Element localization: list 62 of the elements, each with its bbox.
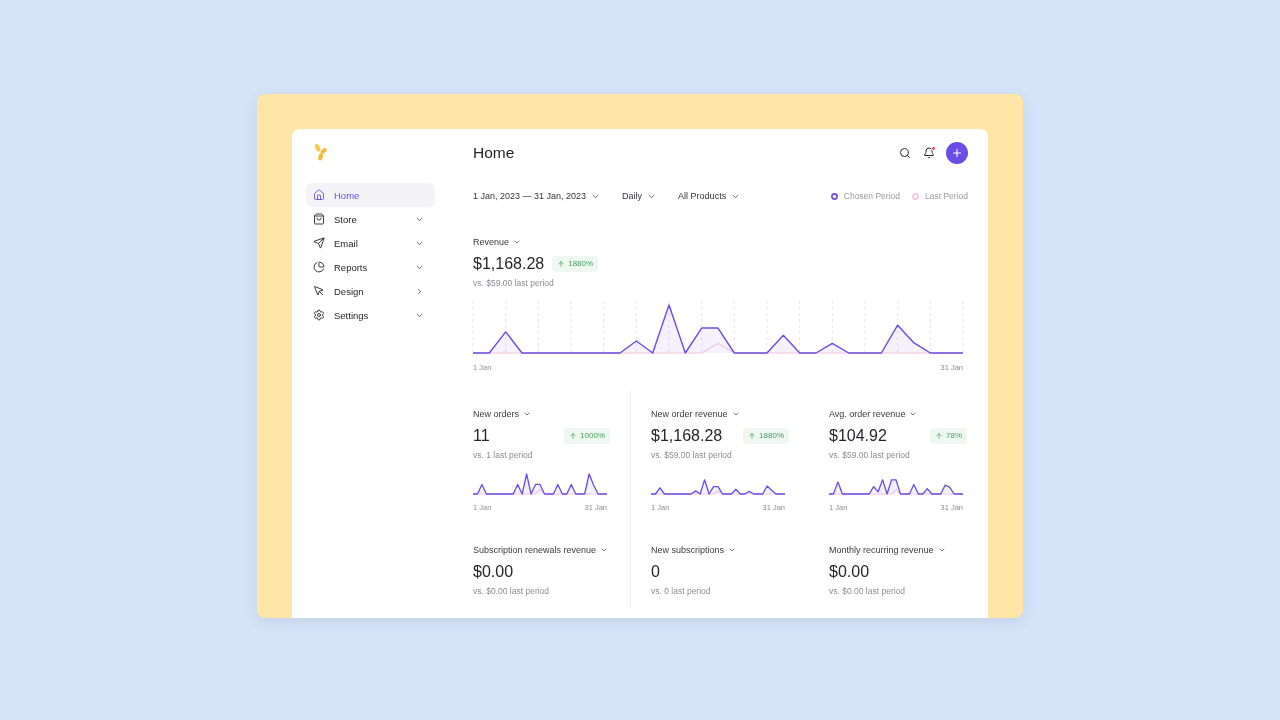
legend-label: Last Period bbox=[925, 191, 968, 201]
chevron-down-icon bbox=[909, 410, 918, 418]
sidebar-item[interactable]: Home bbox=[306, 183, 435, 207]
paper-plane-icon bbox=[313, 237, 325, 249]
filter-dropdown[interactable]: Daily bbox=[622, 191, 657, 201]
metric-value: 0 bbox=[651, 562, 660, 582]
sidebar-item[interactable]: Reports bbox=[306, 255, 435, 279]
metric-value: $1,168.28 bbox=[651, 426, 723, 446]
page-title: Home bbox=[473, 144, 515, 162]
pie-chart-icon bbox=[313, 261, 325, 273]
chevron-down-icon bbox=[523, 410, 531, 418]
comparison-text: vs. $0.00 last period bbox=[473, 585, 551, 597]
filter-dropdown[interactable]: 1 Jan, 2023 — 31 Jan, 2023 bbox=[473, 191, 601, 201]
arrow-up-icon bbox=[557, 260, 566, 268]
metric-value: 11 bbox=[473, 426, 490, 446]
filter-dropdown[interactable]: All Products bbox=[678, 191, 741, 201]
change-text: 1880% bbox=[568, 259, 594, 269]
chevron-down-icon bbox=[600, 546, 609, 554]
metric-dropdown[interactable]: Subscription renewals revenue bbox=[473, 544, 609, 556]
comparison-text: vs. $59.00 last period bbox=[651, 449, 733, 461]
sidebar-item[interactable]: Email bbox=[306, 231, 435, 255]
shopping-bag-icon bbox=[313, 213, 325, 225]
plus-icon bbox=[951, 147, 963, 159]
comparison-text: vs. $59.00 last period bbox=[829, 449, 911, 461]
metric-dropdown[interactable]: New subscriptions bbox=[651, 544, 737, 556]
metric-value: $1,168.28 bbox=[473, 254, 545, 274]
comparison-text: vs. 0 last period bbox=[651, 585, 712, 597]
comparison-text: vs. 1 last period bbox=[473, 449, 534, 461]
chevron-down-icon bbox=[728, 546, 737, 554]
chevron-down-icon bbox=[937, 546, 946, 554]
gear-icon bbox=[313, 309, 325, 321]
arrow-up-icon bbox=[748, 432, 757, 440]
arrow-up-icon bbox=[935, 432, 943, 440]
add-button[interactable] bbox=[946, 142, 968, 164]
house-icon bbox=[313, 189, 325, 201]
cursor-icon bbox=[313, 285, 325, 297]
sidebar-item[interactable]: Store bbox=[306, 207, 435, 231]
notifications-button[interactable] bbox=[921, 145, 937, 161]
search-icon bbox=[899, 147, 911, 159]
change-text: 1000% bbox=[580, 431, 605, 441]
chevron-down-icon bbox=[731, 410, 740, 418]
metric-value: $104.92 bbox=[829, 426, 887, 446]
chevron-down-icon bbox=[513, 238, 522, 246]
change-text: 1880% bbox=[759, 431, 784, 441]
metric-value: $0.00 bbox=[829, 562, 870, 582]
sidebar-item[interactable]: Design bbox=[306, 279, 435, 303]
metric-dropdown[interactable]: Revenue bbox=[473, 236, 522, 248]
comparison-text: vs. $0.00 last period bbox=[829, 585, 907, 597]
metric-dropdown[interactable]: New order revenue bbox=[651, 408, 740, 420]
metric-value: $0.00 bbox=[473, 562, 514, 582]
flower-logo bbox=[313, 143, 327, 161]
arrow-up-icon bbox=[569, 432, 578, 440]
metric-dropdown[interactable]: Monthly recurring revenue bbox=[829, 544, 946, 556]
sidebar-item[interactable]: Settings bbox=[306, 303, 435, 327]
legend-label: Chosen Period bbox=[843, 191, 900, 201]
chevron-right-icon bbox=[415, 286, 424, 296]
metric-dropdown[interactable]: Avg. order revenue bbox=[829, 408, 918, 420]
search-button[interactable] bbox=[897, 145, 913, 161]
comparison-text: vs. $59.00 last period bbox=[473, 277, 555, 289]
change-text: 78% bbox=[946, 431, 962, 441]
metric-dropdown[interactable]: New orders bbox=[473, 408, 531, 420]
bell-icon bbox=[923, 147, 935, 159]
